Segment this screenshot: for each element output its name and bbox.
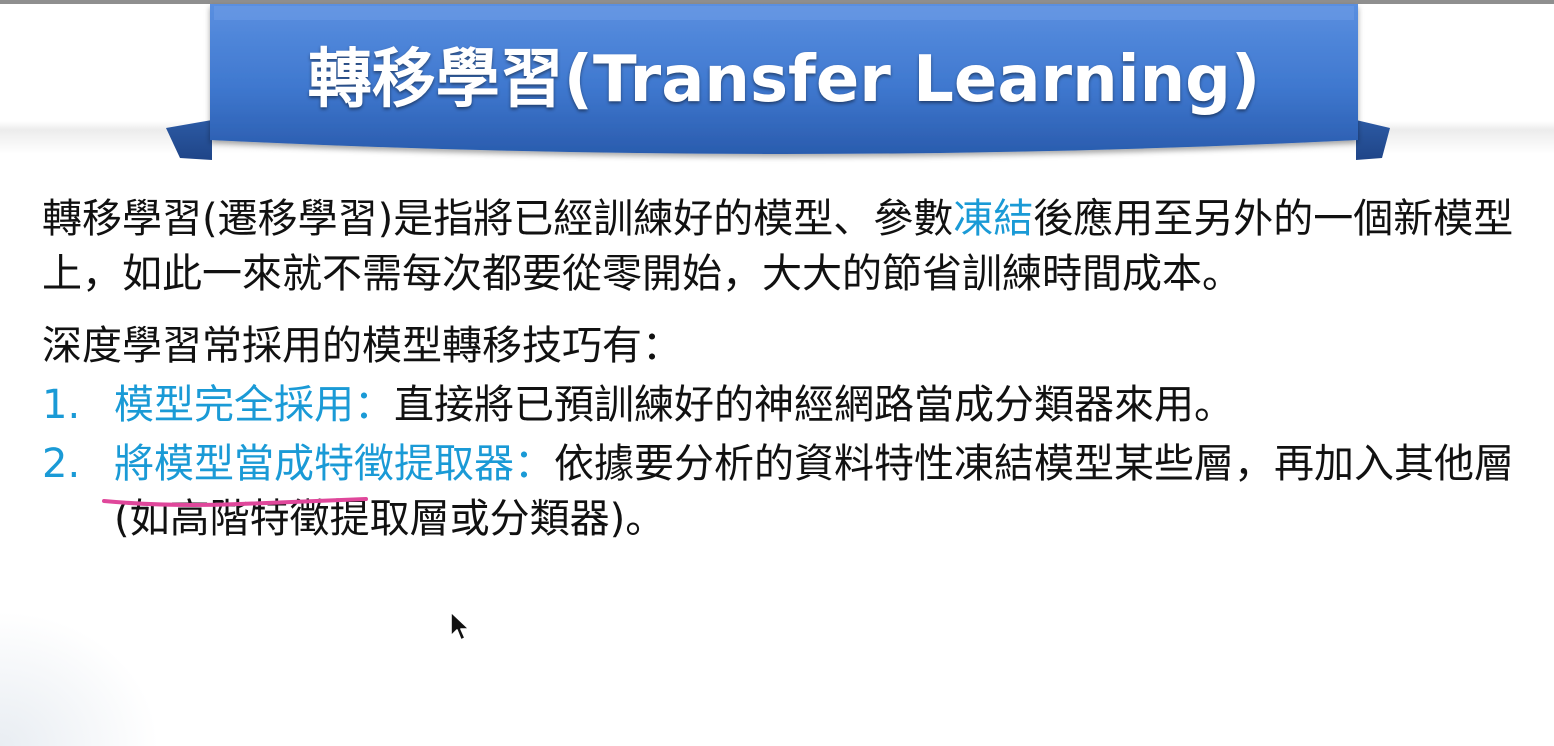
list-item-description: 直接將已預訓練好的神經網路當成分類器來用。 [394, 382, 1234, 428]
techniques-heading: 深度學習常採用的模型轉移技巧有： [42, 323, 682, 369]
banner-right-fold [1356, 120, 1390, 160]
intro-paragraph: 轉移學習(遷移學習)是指將已經訓練好的模型、參數凍結後應用至另外的一個新模型上，… [42, 192, 1532, 302]
list-item: 2. 將模型當成特徵提取器：依據要分析的資料特性凍結模型某些層，再加入其他層(如高… [42, 437, 1532, 547]
list-item-number: 2. [42, 441, 81, 487]
corner-shade [0, 610, 160, 746]
intro-highlight-term: 凍結 [953, 196, 1034, 242]
techniques-list: 1. 模型完全採用：直接將已預訓練好的神經網路當成分類器來用。 2. 將模型當成特徵… [42, 378, 1532, 547]
list-item-number: 1. [42, 382, 81, 428]
list-item-separator: ： [514, 441, 554, 487]
mouse-pointer-icon [450, 611, 470, 641]
pen-underline-annotation [102, 497, 368, 507]
slide-title: 轉移學習(Transfer Learning) [307, 43, 1261, 117]
pen-stroke [102, 497, 368, 507]
banner-left-fold [166, 120, 212, 160]
list-item-separator: ： [354, 382, 394, 428]
list-item-term: 將模型當成特徵提取器 [114, 441, 514, 487]
title-banner: 轉移學習(Transfer Learning) [0, 0, 1554, 170]
list-item-term: 模型完全採用 [114, 382, 354, 428]
intro-text-before: 轉移學習(遷移學習)是指將已經訓練好的模型、參數 [42, 196, 954, 242]
list-item: 1. 模型完全採用：直接將已預訓練好的神經網路當成分類器來用。 [42, 378, 1532, 433]
